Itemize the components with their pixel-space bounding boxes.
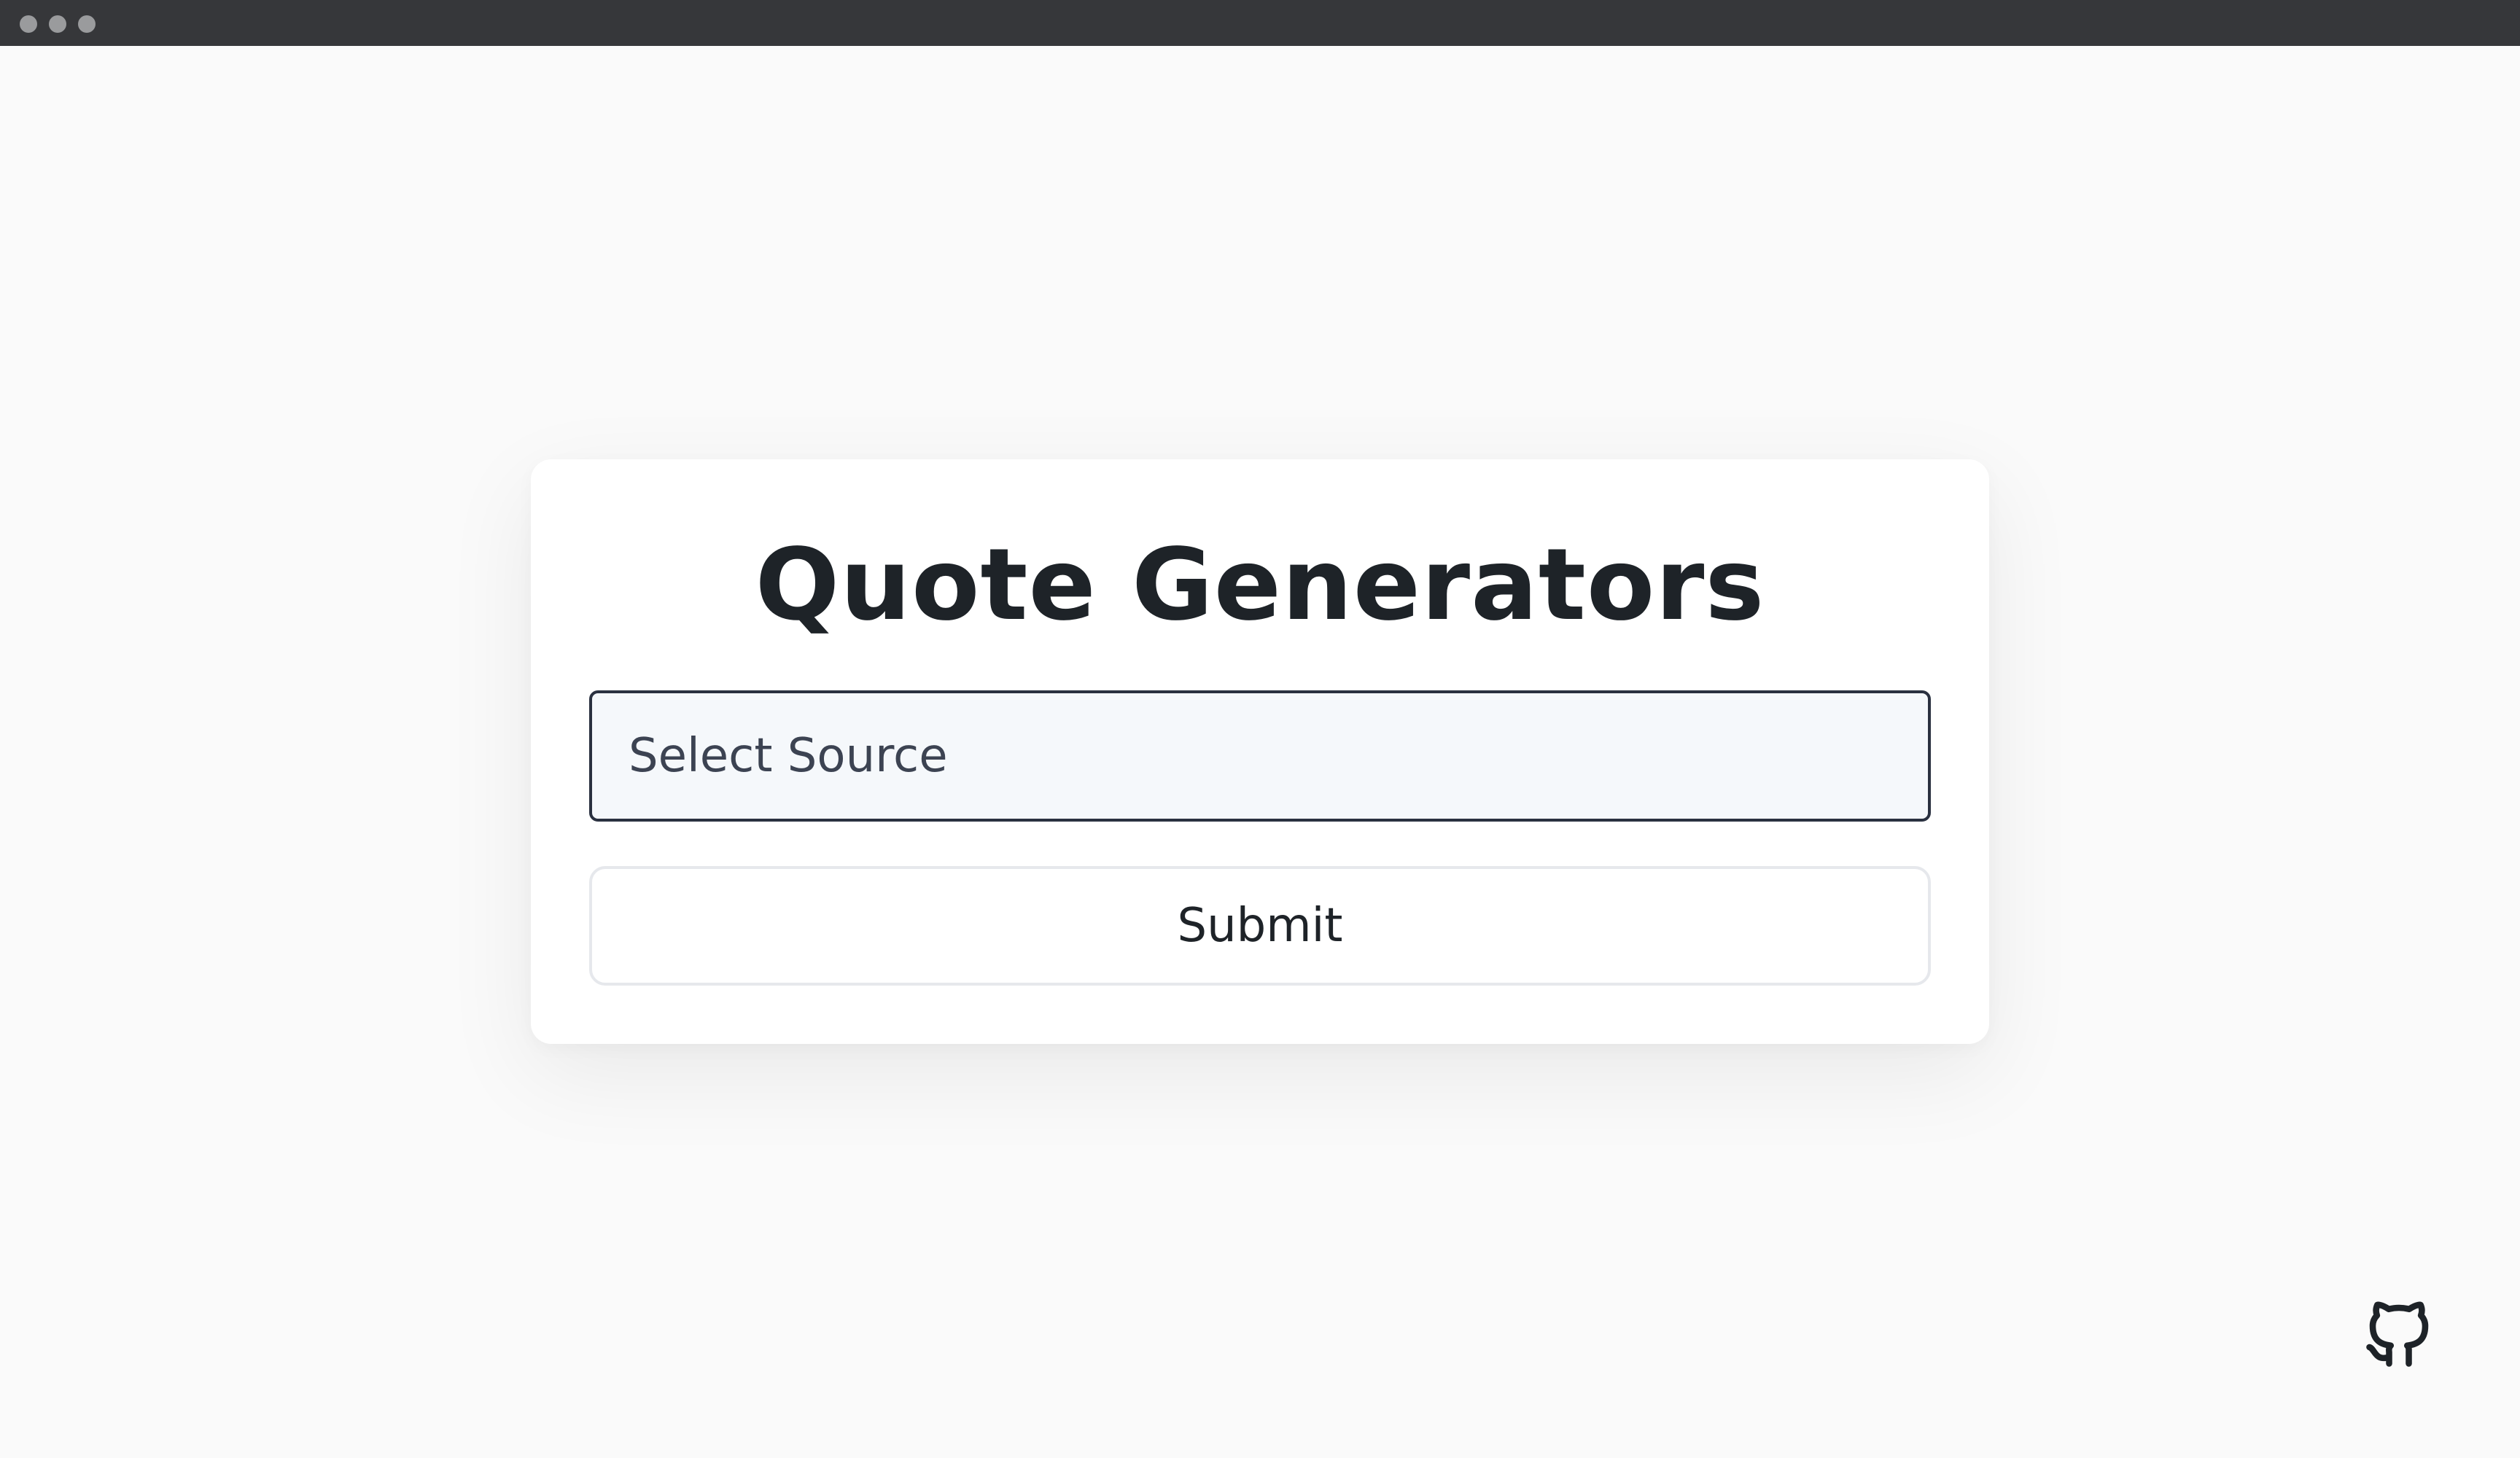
zoom-window-icon[interactable] bbox=[78, 15, 96, 33]
source-select[interactable]: Select Source bbox=[589, 690, 1931, 822]
minimize-window-icon[interactable] bbox=[49, 15, 66, 33]
window-titlebar bbox=[0, 0, 2520, 46]
source-select-placeholder: Select Source bbox=[629, 729, 948, 783]
submit-button[interactable]: Submit bbox=[589, 866, 1931, 986]
page-title: Quote Generators bbox=[755, 528, 1765, 643]
github-icon[interactable] bbox=[2360, 1295, 2438, 1373]
close-window-icon[interactable] bbox=[20, 15, 37, 33]
quote-generator-card: Quote Generators Select Source Submit bbox=[531, 459, 1989, 1044]
